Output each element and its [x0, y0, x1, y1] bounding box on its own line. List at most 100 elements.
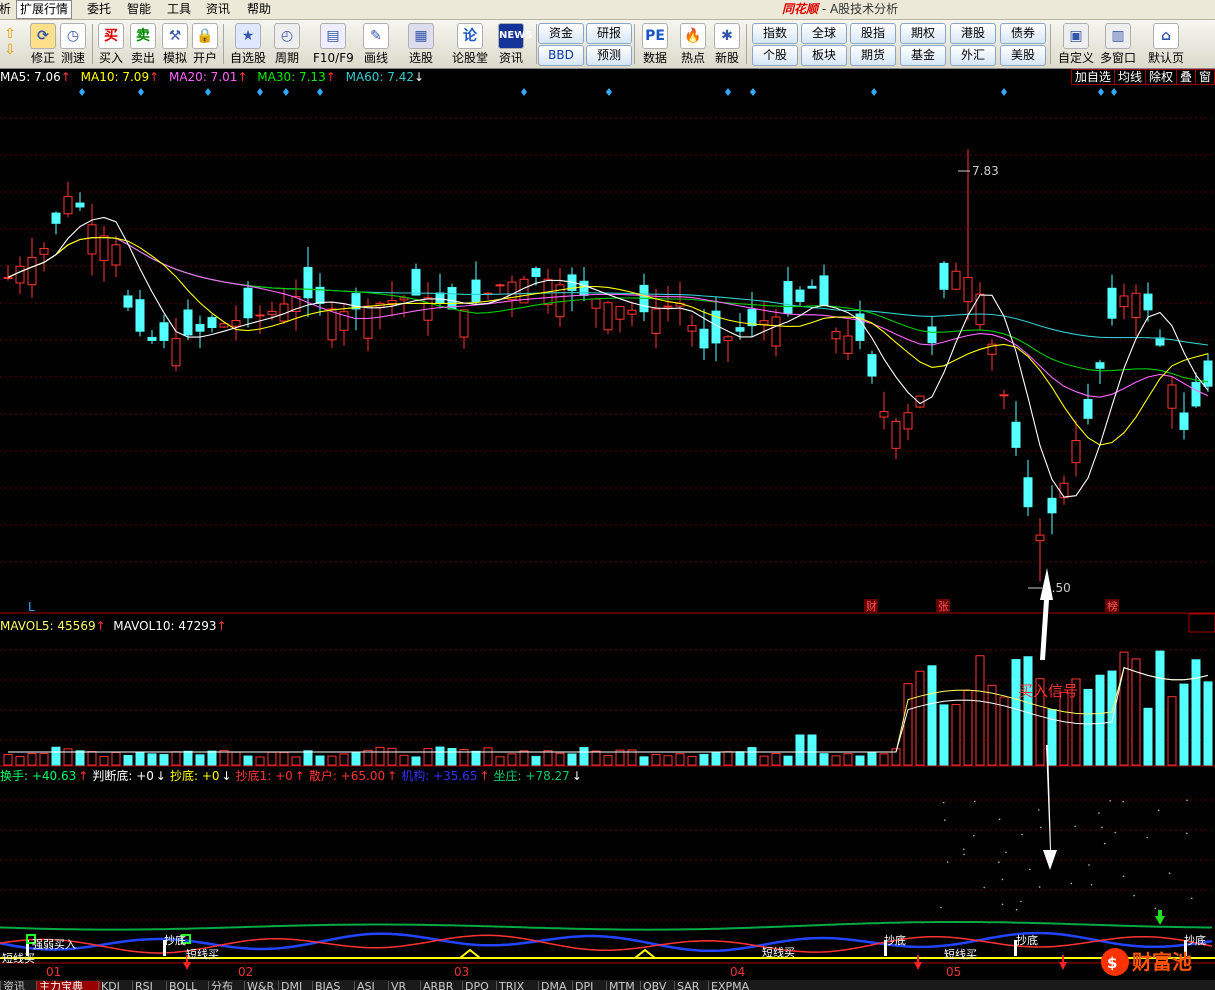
candle[interactable]: [183, 299, 193, 341]
candle[interactable]: [711, 297, 721, 362]
candle[interactable]: [387, 281, 397, 317]
event-diamond[interactable]: [1098, 88, 1104, 96]
candle[interactable]: [147, 330, 157, 344]
candle[interactable]: [939, 260, 949, 299]
candle[interactable]: [135, 289, 145, 337]
candle[interactable]: [459, 309, 469, 349]
candle[interactable]: [891, 417, 901, 460]
candle[interactable]: [159, 314, 169, 349]
candle[interactable]: [63, 181, 73, 218]
event-diamond[interactable]: [750, 88, 756, 96]
candle[interactable]: [327, 301, 337, 348]
indicator-tab-4[interactable]: BOLL: [166, 981, 211, 990]
candle[interactable]: [483, 292, 493, 300]
indicator-tab-19[interactable]: EXPMA: [708, 981, 761, 990]
indicator-tab-3[interactable]: RSI: [132, 981, 169, 990]
candle[interactable]: [663, 286, 673, 322]
event-diamond[interactable]: [606, 88, 612, 96]
indicator-tab-8[interactable]: BIAS: [312, 981, 357, 990]
candle[interactable]: [615, 305, 625, 333]
candle[interactable]: [759, 301, 769, 341]
candle[interactable]: [123, 289, 133, 311]
indicator-tab-11[interactable]: ARBR: [420, 981, 465, 990]
candle[interactable]: [1047, 485, 1057, 535]
candle[interactable]: [1035, 518, 1045, 582]
event-diamond[interactable]: [725, 88, 731, 96]
candle[interactable]: [951, 262, 961, 290]
candle[interactable]: [51, 211, 61, 235]
candle[interactable]: [87, 203, 97, 276]
candle[interactable]: [987, 339, 997, 371]
candle[interactable]: [195, 315, 205, 349]
candle[interactable]: [1083, 383, 1093, 425]
candle[interactable]: [471, 261, 481, 305]
event-diamond[interactable]: [1111, 88, 1117, 96]
candle[interactable]: [3, 264, 13, 281]
candle[interactable]: [747, 291, 757, 337]
event-badge[interactable]: 张: [938, 600, 949, 613]
candle[interactable]: [1131, 284, 1141, 336]
event-diamond[interactable]: [871, 88, 877, 96]
candle[interactable]: [39, 242, 49, 272]
candle[interactable]: [1095, 359, 1105, 385]
candle[interactable]: [1119, 283, 1129, 320]
indicator-tab-0[interactable]: 资讯: [0, 981, 39, 990]
indicator-tab-1[interactable]: 主力宝典: [36, 981, 101, 990]
candle[interactable]: [795, 286, 805, 306]
candle[interactable]: [843, 319, 853, 361]
stock-chart[interactable]: 7.835.50L 财张榜买入信号强弱买入短线买抄底短线买 短线买抄底短线买抄底 抄底: [0, 0, 1215, 990]
candle[interactable]: [591, 297, 601, 328]
indicator-tab-2[interactable]: KDJ: [98, 981, 135, 990]
indicator-tab-13[interactable]: TRIX: [496, 981, 541, 990]
candle[interactable]: [903, 403, 913, 441]
candle[interactable]: [1167, 376, 1177, 429]
candle[interactable]: [1059, 475, 1069, 505]
indicator-tab-18[interactable]: SAR: [674, 981, 711, 990]
candle[interactable]: [351, 287, 361, 331]
event-badge[interactable]: 榜: [1107, 599, 1118, 613]
candle[interactable]: [867, 350, 877, 384]
candle[interactable]: [447, 283, 457, 310]
candle[interactable]: [315, 273, 325, 316]
candle[interactable]: [723, 335, 733, 363]
candle[interactable]: [879, 391, 889, 430]
candle[interactable]: [495, 283, 505, 294]
candle[interactable]: [567, 267, 577, 312]
event-diamond[interactable]: [317, 88, 323, 96]
candle[interactable]: [75, 192, 85, 211]
candle[interactable]: [771, 308, 781, 357]
event-diamond[interactable]: [138, 88, 144, 96]
candle[interactable]: [15, 256, 25, 295]
indicator-tab-15[interactable]: DPI: [572, 981, 609, 990]
event-diamond[interactable]: [1001, 88, 1007, 96]
indicator-tab-7[interactable]: DMI: [278, 981, 315, 990]
event-diamond[interactable]: [521, 88, 527, 96]
candle[interactable]: [783, 266, 793, 317]
candle[interactable]: [1179, 392, 1189, 440]
event-badge[interactable]: 财: [866, 599, 877, 613]
candle[interactable]: [831, 327, 841, 354]
candle[interactable]: [819, 264, 829, 307]
candle[interactable]: [975, 282, 985, 331]
candle[interactable]: [111, 235, 121, 278]
candle[interactable]: [963, 149, 973, 321]
indicator-tab-9[interactable]: ASI: [354, 981, 391, 990]
candle[interactable]: [687, 314, 697, 347]
candle[interactable]: [639, 273, 649, 322]
indicator-tab-10[interactable]: VR: [388, 981, 423, 990]
candle[interactable]: [231, 305, 241, 341]
event-diamond[interactable]: [205, 88, 211, 96]
candle[interactable]: [1071, 420, 1081, 477]
candle[interactable]: [999, 389, 1009, 410]
candle[interactable]: [627, 301, 637, 327]
indicator-tab-12[interactable]: DPO: [462, 981, 499, 990]
indicator-tab-16[interactable]: MTM: [606, 981, 643, 990]
candle[interactable]: [243, 280, 253, 328]
candle[interactable]: [219, 321, 229, 329]
candle[interactable]: [927, 316, 937, 355]
candle[interactable]: [1107, 274, 1117, 326]
candle[interactable]: [399, 295, 409, 318]
candle[interactable]: [1023, 459, 1033, 516]
event-diamond[interactable]: [283, 88, 289, 96]
indicator-tab-5[interactable]: 分布: [208, 981, 247, 990]
